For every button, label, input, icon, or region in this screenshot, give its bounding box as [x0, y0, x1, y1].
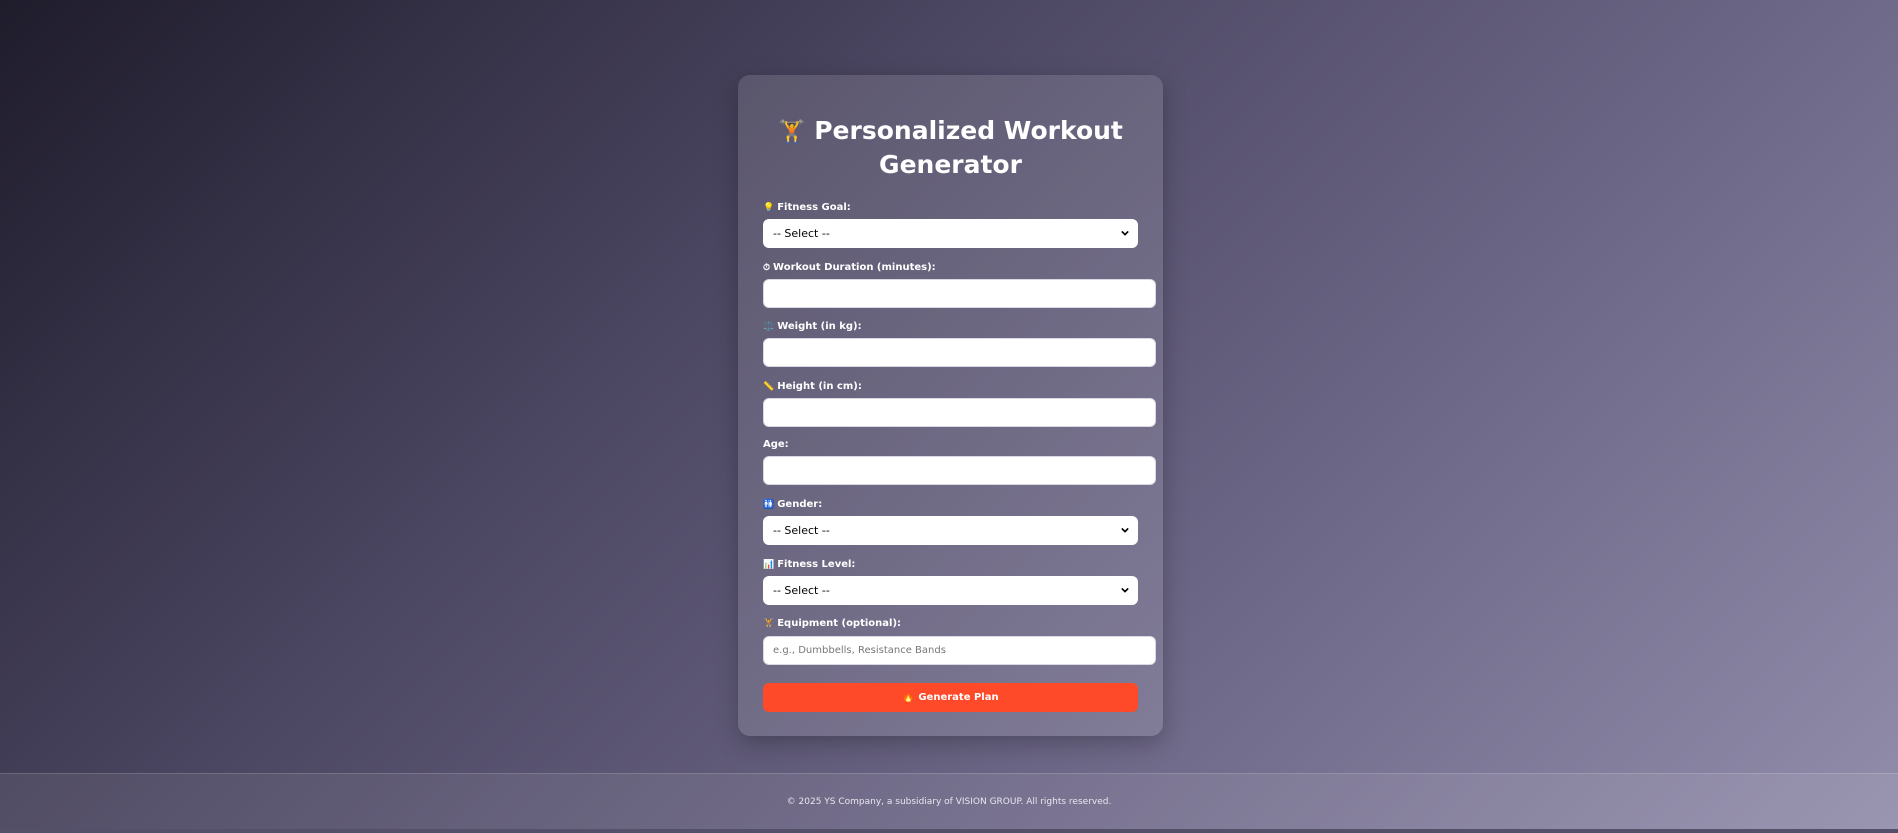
workout-duration-input[interactable]	[763, 279, 1156, 308]
fitness-level-select[interactable]: -- Select --	[763, 576, 1138, 605]
title-text: Personalized Workout Generator	[814, 116, 1123, 179]
bar-chart-icon: 📊	[763, 560, 775, 570]
lightbulb-icon: 💡	[763, 203, 775, 213]
scale-icon: ⚖️	[763, 322, 775, 332]
fitness-level-label: 📊 Fitness Level:	[763, 559, 856, 570]
equipment-placeholder: e.g., Dumbbells, Resistance Bands	[773, 645, 946, 656]
chevron-down-icon	[1121, 587, 1129, 593]
chevron-down-icon	[1121, 527, 1129, 533]
workout-duration-label: ⏱ Workout Duration (minutes):	[763, 262, 936, 273]
gender-label: 🚻 Gender:	[763, 499, 823, 510]
fitness-goal-label: 💡 Fitness Goal:	[763, 202, 851, 213]
weight-label: ⚖️ Weight (in kg):	[763, 321, 862, 332]
chevron-down-icon	[1121, 230, 1129, 236]
stopwatch-icon: ⏱	[763, 263, 771, 273]
ruler-icon: 📏	[763, 382, 775, 392]
gender-select[interactable]: -- Select --	[763, 516, 1138, 545]
footer-text: © 2025 YS Company, a subsidiary of VISIO…	[786, 797, 1112, 807]
bottom-divider	[0, 829, 1898, 833]
dumbbell-icon: 🏋	[763, 619, 775, 629]
weightlifter-icon: 🏋️	[778, 120, 806, 145]
age-label: Age:	[763, 439, 789, 450]
gender-icon: 🚻	[763, 500, 775, 510]
page-title: 🏋️ Personalized Workout Generator	[738, 115, 1163, 181]
fitness-goal-select[interactable]: -- Select --	[763, 219, 1138, 248]
equipment-input[interactable]: e.g., Dumbbells, Resistance Bands	[763, 636, 1156, 665]
height-input[interactable]	[763, 398, 1156, 427]
equipment-label: 🏋 Equipment (optional):	[763, 618, 902, 629]
age-input[interactable]	[763, 456, 1156, 485]
height-label: 📏 Height (in cm):	[763, 381, 862, 392]
workout-form-card: 🏋️ Personalized Workout Generator 💡 Fitne…	[738, 75, 1163, 736]
generate-plan-label: Generate Plan	[918, 692, 999, 703]
weight-input[interactable]	[763, 338, 1156, 367]
footer: © 2025 YS Company, a subsidiary of VISIO…	[0, 773, 1898, 829]
generate-plan-button[interactable]: 🔥 Generate Plan	[763, 683, 1138, 712]
fire-icon: 🔥	[902, 692, 915, 703]
